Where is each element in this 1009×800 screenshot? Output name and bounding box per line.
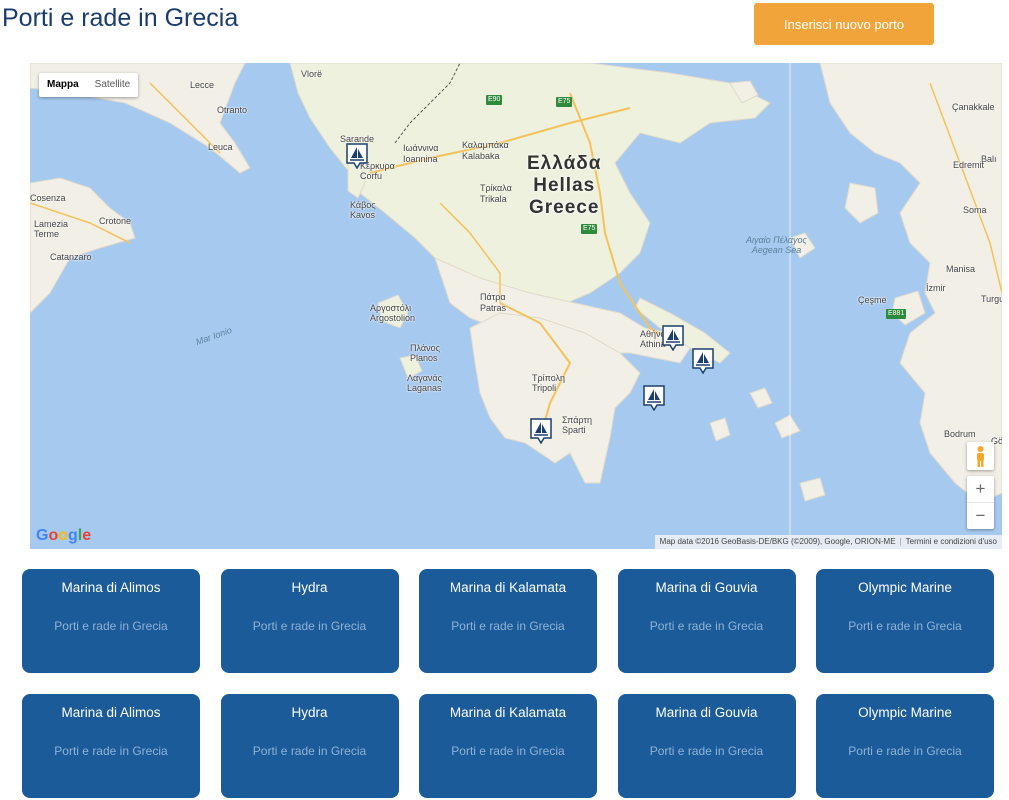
port-card[interactable]: Olympic Marine Porti e rade in Grecia [816,569,994,673]
country-label-hellas: Hellas [533,175,596,196]
port-card[interactable]: Olympic Marine Porti e rade in Grecia [816,694,994,798]
port-card[interactable]: Marina di Kalamata Porti e rade in Grecia [419,694,597,798]
port-card-subtitle: Porti e rade in Grecia [848,619,962,633]
port-card-name: Marina di Kalamata [449,705,567,720]
place-label: Αργοστόλι Argostolion [370,303,416,323]
port-card-subtitle: Porti e rade in Grecia [54,619,168,633]
map-data-credit: Map data ©2016 GeoBasis-DE/BKG (©2009), … [659,537,896,546]
place-label: Ιωάννινα Ioannina [403,143,439,164]
place-label: Turgu [981,294,1002,304]
place-label: Manisa [946,264,976,274]
port-marker-gouvia[interactable] [346,143,368,170]
port-card-subtitle: Porti e rade in Grecia [54,744,168,758]
port-card[interactable]: Marina di Alimos Porti e rade in Grecia [22,569,200,673]
add-port-button[interactable]: Inserisci nuovo porto [754,3,934,45]
port-card-subtitle: Porti e rade in Grecia [252,619,367,633]
zoom-out-button[interactable]: − [967,503,994,529]
place-label: Καλαμπάκα Kalabaka [462,140,509,161]
port-card-name: Marina di Gouvia [655,580,758,595]
port-card-subtitle: Porti e rade in Grecia [649,744,764,758]
road-label: E75 [581,224,598,234]
place-label: Κάβος Kavos [350,200,376,220]
place-label: Τρίπολη Tripoli [532,373,566,393]
place-label: Τρίκαλα Trikala [480,183,512,204]
place-label: Bodrum [944,429,976,439]
place-label: Çeşme [858,295,887,305]
place-label: Vlorë [301,69,323,79]
place-label: Edremit [953,160,985,170]
sailboat-icon [346,143,368,170]
road-label: E881 [886,309,907,319]
google-logo[interactable]: Google [36,527,91,545]
place-label: Otranto [217,105,248,115]
map-type-satellite[interactable]: Satellite [87,73,139,97]
port-card-grid: Marina di Alimos Porti e rade in Grecia H… [22,569,994,798]
map-type-mappa[interactable]: Mappa [39,73,87,97]
sailboat-icon [530,418,552,445]
port-marker-alimos[interactable] [662,325,684,352]
zoom-in-button[interactable]: + [967,476,994,502]
place-label: Cosenza [30,193,66,203]
port-card-name: Marina di Alimos [61,705,161,720]
place-label: Leuca [208,142,233,152]
place-label: Crotone [99,216,132,226]
zoom-control: + − [967,476,994,529]
port-marker-hydra[interactable] [643,385,665,412]
place-label: Çanakkale [952,102,995,112]
place-label: Λαγανάς Laganas [407,373,442,393]
terms-link[interactable]: Termini e condizioni d'uso [906,537,997,546]
map-type-control: Mappa Satellite [39,73,139,97]
port-card-name: Hydra [291,705,328,720]
place-label: Soma [963,205,987,215]
country-label-greek: Ελλάδα [527,153,602,174]
road-label: E90 [486,95,503,105]
pegman-icon [977,446,984,467]
port-card-name: Marina di Alimos [61,580,161,595]
place-label: Lamezia Terme [34,219,69,239]
port-card-subtitle: Porti e rade in Grecia [451,619,565,633]
sailboat-icon [662,325,684,352]
place-label: Lecce [190,80,215,90]
port-card-name: Olympic Marine [858,705,952,720]
place-label: Πλάνος Planos [410,343,440,363]
place-label: Catanzaro [50,252,92,262]
port-card-name: Hydra [291,580,328,595]
country-label-greece: Greece [529,197,600,218]
place-label: İzmir [926,283,946,293]
port-marker-kalamata[interactable] [530,418,552,445]
map-base[interactable] [30,63,1002,549]
map-attribution: Map data ©2016 GeoBasis-DE/BKG (©2009), … [654,535,1002,549]
port-marker-olympic[interactable] [692,348,714,375]
port-card-subtitle: Porti e rade in Grecia [252,744,367,758]
port-card[interactable]: Hydra Porti e rade in Grecia [220,569,399,673]
port-card-name: Marina di Kalamata [449,580,567,595]
sea-label: Αιγαίο Πέλαγος Aegean Sea [746,235,807,255]
port-card[interactable]: Marina di Gouvia Porti e rade in Grecia [617,694,796,798]
country-label: Ελλάδα Hellas Greece [527,153,601,219]
sailboat-icon [643,385,665,412]
port-card[interactable]: Marina di Alimos Porti e rade in Grecia [22,694,200,798]
road-label: E75 [556,97,573,107]
port-card[interactable]: Hydra Porti e rade in Grecia [220,694,399,798]
place-label: Σπάρτη Sparti [562,415,592,435]
port-card-subtitle: Porti e rade in Grecia [649,619,764,633]
port-card[interactable]: Marina di Gouvia Porti e rade in Grecia [617,569,796,673]
street-view-pegman[interactable] [967,442,994,470]
sailboat-icon [692,348,714,375]
map[interactable]: Mappa Satellite Ελλάδα Hellas Greece Vlo… [30,63,1002,549]
port-card-subtitle: Porti e rade in Grecia [848,744,962,758]
port-card-subtitle: Porti e rade in Grecia [451,744,565,758]
attribution-separator: | [899,537,902,546]
port-card[interactable]: Marina di Kalamata Porti e rade in Grecia [419,569,597,673]
port-card-name: Marina di Gouvia [655,705,758,720]
port-card-name: Olympic Marine [858,580,952,595]
place-label: Πάτρα Patras [480,292,507,313]
page-title: Porti e rade in Grecia [2,4,239,32]
